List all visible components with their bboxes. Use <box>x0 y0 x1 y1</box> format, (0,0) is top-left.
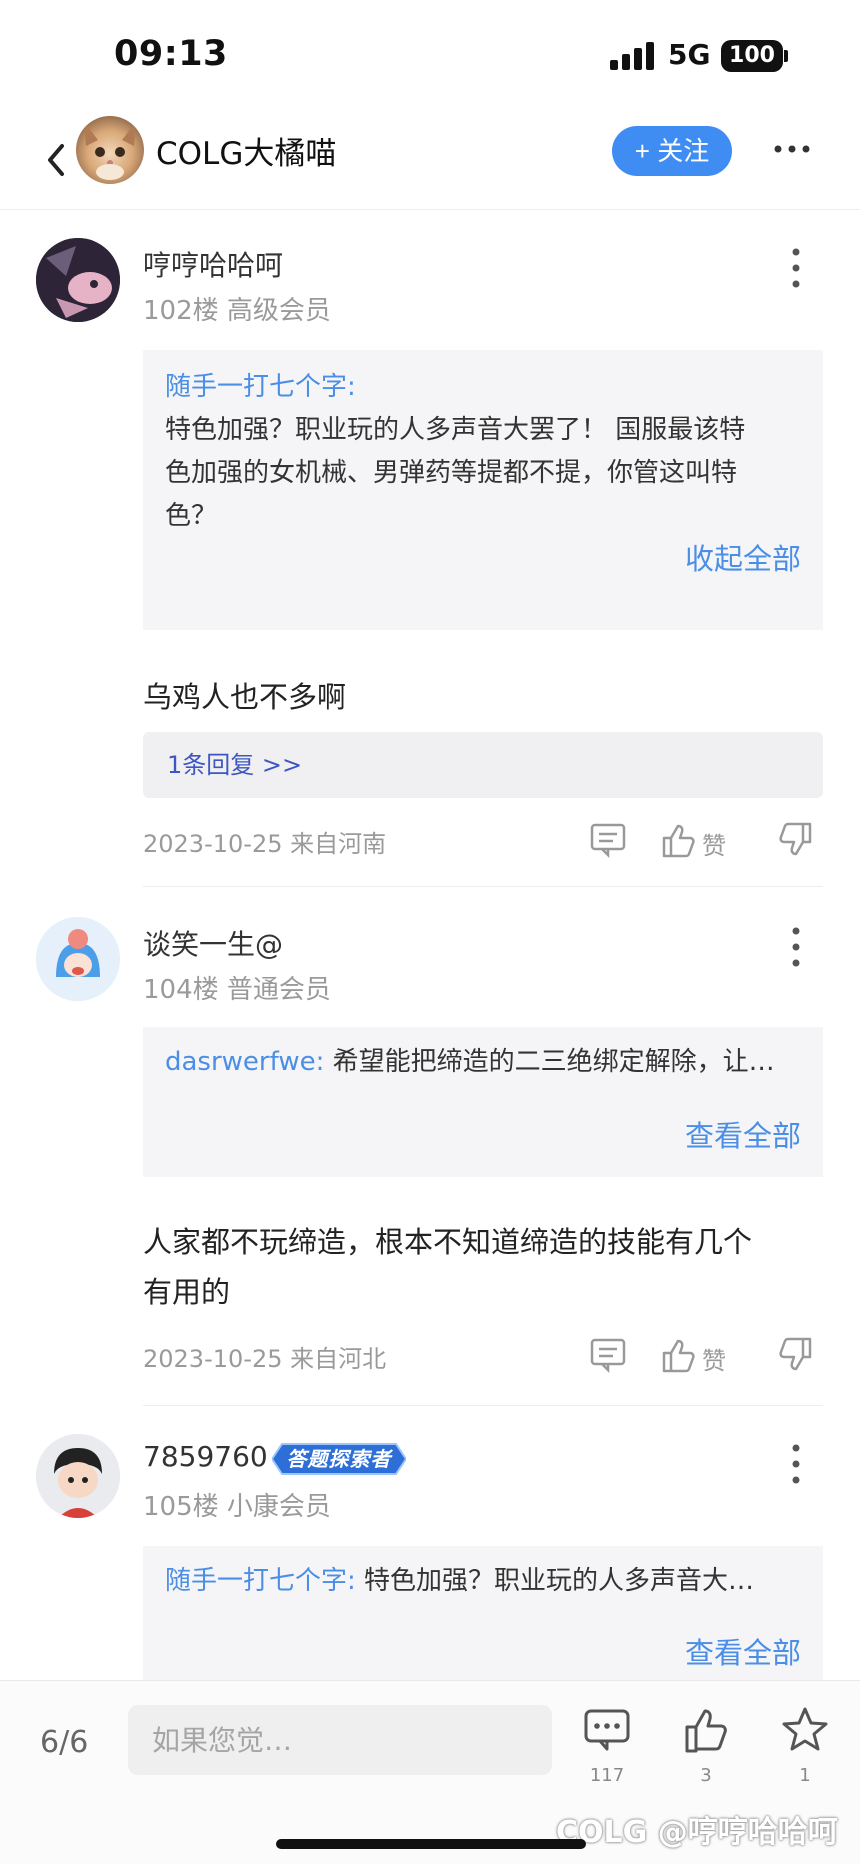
thumb-down-icon[interactable] <box>776 1335 816 1375</box>
vertical-more-icon[interactable] <box>784 1440 808 1488</box>
quoted-comment: dasrwerfwe: 希望能把缔造的二三绝绑定解除，让… 查看全部 <box>143 1027 823 1177</box>
view-replies-link[interactable]: 1条回复 >> <box>143 732 823 798</box>
comment-icon[interactable] <box>588 1335 628 1375</box>
status-bar: 09:13 5G 100 <box>0 0 860 110</box>
user-avatar[interactable] <box>36 917 120 1001</box>
achievement-badge: 答题探索者 <box>272 1442 406 1476</box>
comment-input[interactable] <box>128 1705 552 1775</box>
date-location: 2023-10-25 来自河北 <box>143 1345 387 1373</box>
thumb-up-icon[interactable] <box>681 1705 731 1755</box>
like-count: 3 <box>700 1765 712 1786</box>
thumb-down-icon[interactable] <box>776 820 816 860</box>
view-all-link[interactable]: 查看全部 <box>685 1630 801 1672</box>
watermark: COLG @哼哼哈哈呵 <box>556 1815 838 1850</box>
quote-author[interactable]: 随手一打七个字: <box>165 366 805 409</box>
comment-item: 谈笑一生@ 104楼 普通会员 dasrwerfwe: 希望能把缔造的二三绝绑定… <box>0 915 860 1406</box>
floor-number: 104楼 <box>143 975 219 1005</box>
username[interactable]: 谈笑一生@ <box>143 923 283 963</box>
vertical-more-icon[interactable] <box>784 923 808 971</box>
username[interactable]: 哼哼哈哈呵 <box>143 244 283 284</box>
floor-level: 105楼 小康会员 <box>143 1486 331 1523</box>
page-title: COLG大橘喵 <box>156 136 337 172</box>
comment-count: 117 <box>589 1765 625 1786</box>
date-location: 2023-10-25 来自河南 <box>143 830 387 858</box>
quote-body: dasrwerfwe: 希望能把缔造的二三绝绑定解除，让… <box>165 1041 815 1084</box>
cellular-signal-icon <box>610 42 656 70</box>
quote-body: 随手一打七个字: 特色加强？职业玩的人多声音大… <box>165 1560 815 1603</box>
floor-number: 105楼 <box>143 1492 219 1522</box>
battery-tip <box>784 50 788 62</box>
follow-button[interactable]: + 关注 <box>612 126 732 176</box>
status-time: 09:13 <box>114 34 228 74</box>
comment-line: 有用的 <box>143 1275 231 1309</box>
comment-item: 哼哼哈哈呵 102楼 高级会员 随手一打七个字: 特色加强？职业玩的人多声音大罢… <box>0 230 860 887</box>
quote-author[interactable]: 随手一打七个字: <box>165 1566 356 1596</box>
thumb-up-icon[interactable] <box>658 820 698 860</box>
badge-label: 答题探索者 <box>286 1447 392 1471</box>
like-label[interactable]: 赞 <box>702 1341 726 1376</box>
comment-line: 人家都不玩缔造，根本不知道缔造的技能有几个 <box>143 1225 753 1259</box>
quoted-comment: 随手一打七个字: 特色加强？职业玩的人多声音大罢了！ 国服最该特 色加强的女机械… <box>143 350 823 630</box>
quote-snippet: 希望能把缔造的二三绝绑定解除，让… <box>324 1047 775 1077</box>
back-icon[interactable] <box>40 134 70 184</box>
quote-line: 色加强的女机械、男弹药等提都不提，你管这叫特 <box>165 458 738 488</box>
quote-line: 色？ <box>165 501 218 531</box>
floor-level: 104楼 普通会员 <box>143 969 331 1006</box>
user-avatar[interactable] <box>36 238 120 322</box>
nav-header: COLG大橘喵 + 关注 <box>0 110 860 210</box>
battery-icon: 100 <box>721 40 783 72</box>
member-level: 小康会员 <box>226 1492 331 1522</box>
floor-level: 102楼 高级会员 <box>143 290 331 327</box>
member-level: 普通会员 <box>226 975 331 1005</box>
page-indicator[interactable]: 6/6 <box>40 1725 88 1760</box>
quote-author[interactable]: dasrwerfwe: <box>165 1047 324 1077</box>
vertical-more-icon[interactable] <box>784 244 808 292</box>
divider <box>143 886 823 887</box>
like-label[interactable]: 赞 <box>702 826 726 861</box>
quote-snippet: 特色加强？职业玩的人多声音大… <box>355 1566 755 1596</box>
favorite-count: 1 <box>799 1765 811 1786</box>
thumb-up-icon[interactable] <box>658 1335 698 1375</box>
divider <box>143 1405 823 1406</box>
username[interactable]: 7859760 <box>143 1440 268 1473</box>
network-type: 5G <box>668 38 711 71</box>
author-avatar[interactable] <box>76 116 144 184</box>
quote-body: 随手一打七个字: 特色加强？职业玩的人多声音大罢了！ 国服最该特 色加强的女机械… <box>165 366 805 538</box>
quote-line: 特色加强？职业玩的人多声音大罢了！ 国服最该特 <box>165 415 746 445</box>
comment-text: 人家都不玩缔造，根本不知道缔造的技能有几个 有用的 <box>143 1217 833 1317</box>
star-icon[interactable] <box>780 1705 830 1755</box>
more-icon[interactable] <box>772 134 812 164</box>
comment-icon[interactable] <box>582 1705 632 1755</box>
floor-number: 102楼 <box>143 296 219 326</box>
comment-icon[interactable] <box>588 820 628 860</box>
quoted-comment: 随手一打七个字: 特色加强？职业玩的人多声音大… 查看全部 <box>143 1546 823 1680</box>
comment-item: 7859760 答题探索者 105楼 小康会员 随手一打七个字: 特色加强？职业… <box>0 1432 860 1680</box>
member-level: 高级会员 <box>226 296 331 326</box>
collapse-all-link[interactable]: 收起全部 <box>685 536 801 578</box>
user-avatar[interactable] <box>36 1434 120 1518</box>
home-indicator[interactable] <box>276 1839 586 1849</box>
bottom-bar: 6/6 117 3 1 COLG @哼哼哈哈呵 <box>0 1680 860 1864</box>
view-all-link[interactable]: 查看全部 <box>685 1113 801 1155</box>
comment-text: 乌鸡人也不多啊 <box>143 680 347 714</box>
